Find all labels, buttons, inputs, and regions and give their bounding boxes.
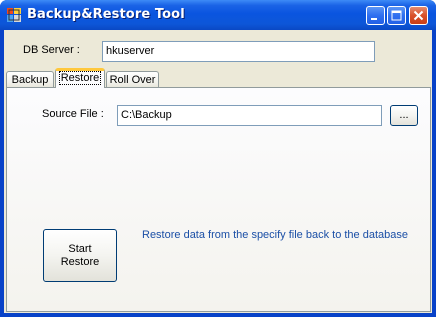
tab-roll-over-label: Roll Over [109, 74, 156, 86]
start-restore-line1: Start [68, 242, 92, 255]
start-restore-button[interactable]: Start Restore [43, 229, 117, 282]
maximize-icon [391, 10, 402, 21]
minimize-button[interactable] [366, 6, 385, 25]
tab-backup-label: Backup [11, 74, 49, 86]
form-client-area: DB Server : hkuserver Backup Restore Rol… [4, 30, 432, 313]
restore-tab-panel: Source File : C:\Backup ... Start Restor… [6, 87, 431, 312]
title-bar[interactable]: Backup&Restore Tool [0, 0, 436, 30]
tab-restore-label: Restore [58, 71, 102, 85]
maximize-button[interactable] [387, 6, 406, 25]
tab-backup[interactable]: Backup [6, 71, 54, 88]
tab-roll-over[interactable]: Roll Over [106, 71, 159, 88]
restore-info-text: Restore data from the specify file back … [142, 229, 408, 241]
db-server-input[interactable]: hkuserver [102, 41, 375, 62]
source-file-input[interactable]: C:\Backup [117, 105, 382, 126]
app-window: Backup&Restore Tool DB Server : hkuserve… [0, 0, 436, 317]
start-restore-line2: Restore [60, 255, 100, 268]
app-icon [7, 8, 21, 22]
start-restore-button-text: Start Restore [61, 243, 100, 269]
browse-button[interactable]: ... [390, 105, 418, 126]
minimize-icon [371, 18, 377, 20]
source-file-label: Source File : [42, 108, 104, 120]
close-button[interactable] [409, 6, 428, 25]
db-server-label: DB Server : [23, 44, 80, 56]
tab-restore[interactable]: Restore [55, 68, 105, 88]
close-icon [413, 10, 424, 21]
window-title: Backup&Restore Tool [27, 7, 185, 22]
